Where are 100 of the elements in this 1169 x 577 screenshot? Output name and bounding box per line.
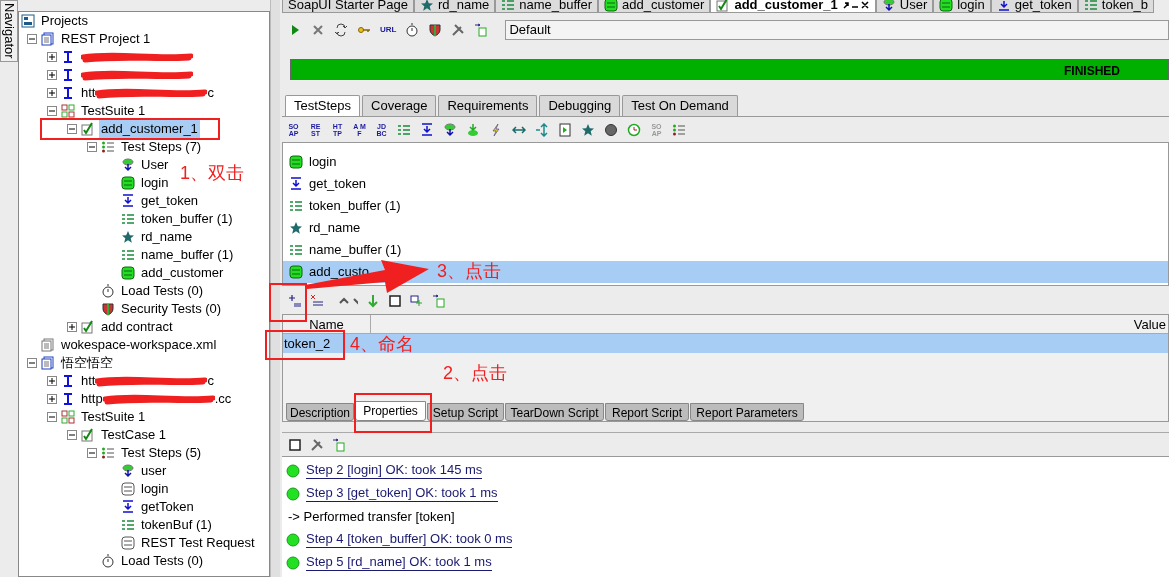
tree-item[interactable]: http .cc bbox=[79, 389, 234, 409]
toolbar-button[interactable] bbox=[288, 437, 302, 452]
editor-tab[interactable]: User bbox=[875, 0, 934, 13]
tree-item[interactable]: getToken bbox=[139, 497, 196, 517]
scrollbar[interactable] bbox=[270, 0, 280, 577]
editor-tab[interactable]: add_customer bbox=[598, 0, 711, 13]
tree-item[interactable]: name_buffer (1) bbox=[139, 245, 236, 265]
editor-tab[interactable]: token_b bbox=[1077, 0, 1155, 13]
column-header[interactable]: Name bbox=[283, 315, 371, 333]
panel-tab[interactable]: TearDown Script bbox=[505, 403, 604, 421]
expand-toggle[interactable] bbox=[67, 322, 77, 332]
tree-item[interactable]: 悟空悟空 bbox=[59, 353, 115, 373]
toolbar-button[interactable] bbox=[420, 122, 434, 137]
editor-tab[interactable]: SoapUI Starter Page bbox=[282, 0, 414, 13]
tree-item[interactable]: TestCase 1 bbox=[99, 425, 169, 445]
expand-toggle[interactable] bbox=[67, 430, 77, 440]
column-header[interactable]: Value bbox=[371, 315, 1168, 333]
toolbar-button[interactable] bbox=[388, 294, 402, 308]
tree-item[interactable]: login bbox=[139, 479, 171, 499]
environment-dropdown[interactable]: Default bbox=[505, 20, 1169, 40]
expand-toggle[interactable] bbox=[67, 124, 77, 134]
shield-icon bbox=[101, 302, 115, 316]
export-icon bbox=[332, 437, 346, 452]
url-button[interactable]: URL bbox=[380, 24, 397, 36]
down-arrow-icon bbox=[366, 294, 380, 308]
tree-item[interactable]: tokenBuf (1) bbox=[139, 515, 214, 535]
panel-tab[interactable]: Test On Demand bbox=[622, 95, 738, 116]
test-step-item[interactable]: login bbox=[283, 151, 1168, 173]
test-step-item[interactable]: token_buffer (1) bbox=[283, 195, 1168, 217]
expand-toggle[interactable] bbox=[27, 34, 37, 44]
tree-item[interactable]: REST Test Request bbox=[139, 533, 257, 553]
badge-icon bbox=[939, 0, 954, 12]
panel-tab[interactable]: Report Script bbox=[605, 403, 689, 421]
tree-item[interactable]: Load Tests (0) bbox=[119, 281, 206, 301]
tree-item[interactable]: add_customer_1 bbox=[99, 119, 200, 139]
panel-tab[interactable]: Description bbox=[286, 403, 354, 421]
tree-item[interactable]: rd_name bbox=[139, 227, 195, 247]
editor-tab[interactable]: rd_name bbox=[413, 0, 496, 13]
tree-item[interactable]: REST Project 1 bbox=[59, 29, 153, 49]
tree-item[interactable]: get_token bbox=[139, 191, 201, 211]
tree-item[interactable]: user bbox=[139, 461, 169, 481]
panel-tab[interactable]: Coverage bbox=[362, 95, 437, 116]
toolbar-button[interactable] bbox=[604, 122, 618, 137]
expand-toggle[interactable] bbox=[47, 106, 57, 116]
expand-toggle[interactable] bbox=[87, 448, 97, 458]
log-entry[interactable]: Step 5 [rd_name] OK: took 1 ms bbox=[306, 554, 492, 571]
editor-tab[interactable]: name_buffer bbox=[495, 0, 599, 13]
editor-tab[interactable]: login bbox=[933, 0, 991, 13]
tree-item[interactable]: Test Steps (7) bbox=[119, 137, 204, 157]
panel-tab[interactable]: Debugging bbox=[539, 95, 621, 116]
editor-tab[interactable]: add_customer_1 bbox=[710, 0, 876, 13]
toolbar-button[interactable] bbox=[310, 437, 324, 452]
log-entry[interactable]: Step 2 [login] OK: took 145 ms bbox=[306, 462, 483, 479]
expand-toggle[interactable] bbox=[47, 412, 57, 422]
editor-tab[interactable]: get_token bbox=[990, 0, 1078, 13]
tree-item[interactable]: wokespace-workspace.xml bbox=[59, 335, 219, 355]
toolbar-button[interactable] bbox=[428, 23, 443, 37]
toolbar-button[interactable] bbox=[672, 122, 686, 137]
expand-toggle[interactable] bbox=[47, 376, 57, 386]
tree-item[interactable]: User bbox=[139, 155, 171, 175]
toolbar-button[interactable] bbox=[443, 122, 457, 137]
expand-toggle[interactable] bbox=[47, 394, 57, 404]
panel-tab[interactable]: Report Parameters bbox=[690, 403, 804, 421]
toolbar-button[interactable] bbox=[334, 23, 348, 37]
tree-item[interactable]: add_customer bbox=[139, 263, 226, 283]
expand-toggle[interactable] bbox=[87, 142, 97, 152]
close-icon[interactable] bbox=[841, 0, 870, 10]
expand-toggle[interactable] bbox=[47, 70, 57, 80]
tree-item[interactable]: login bbox=[139, 173, 171, 193]
tree-item[interactable]: add contract bbox=[99, 317, 175, 337]
tree-item[interactable]: TestSuite 1 bbox=[79, 101, 148, 121]
tree-item[interactable]: Test Steps (5) bbox=[119, 443, 204, 463]
expand-toggle[interactable] bbox=[47, 52, 57, 62]
panel-tab[interactable]: Setup Script bbox=[427, 403, 504, 421]
tree-item[interactable]: Security Tests (0) bbox=[119, 299, 224, 319]
expand-toggle[interactable] bbox=[47, 88, 57, 98]
toolbar-button[interactable] bbox=[581, 122, 595, 137]
expand-toggle[interactable] bbox=[27, 358, 37, 368]
tree-item[interactable]: TestSuite 1 bbox=[79, 407, 148, 427]
log-entry[interactable]: Step 4 [token_buffer] OK: took 0 ms bbox=[306, 531, 513, 548]
database-icon bbox=[881, 0, 896, 12]
test-step-item[interactable]: name_buffer (1) bbox=[283, 239, 1168, 261]
tree-item[interactable]: Projects bbox=[39, 12, 90, 31]
badge-icon bbox=[121, 266, 135, 280]
tree-item[interactable]: Load Tests (0) bbox=[119, 551, 206, 571]
panel-tab[interactable]: Requirements bbox=[438, 95, 538, 116]
toolbar-button[interactable] bbox=[405, 23, 420, 37]
tree-item[interactable]: htt c bbox=[79, 83, 216, 103]
tree-item[interactable]: htt c bbox=[79, 371, 216, 391]
test-step-item[interactable]: get_token bbox=[283, 173, 1168, 195]
navigator-tab[interactable]: Navigator bbox=[0, 0, 18, 62]
toolbar-button[interactable] bbox=[451, 23, 466, 37]
table-row[interactable]: token_2 4、命名 bbox=[283, 334, 1168, 353]
badge-icon bbox=[121, 176, 135, 190]
test-step-item[interactable]: rd_name bbox=[283, 217, 1168, 239]
log-entry[interactable]: Step 3 [get_token] OK: took 1 ms bbox=[306, 485, 498, 502]
tree-item[interactable]: token_buffer (1) bbox=[139, 209, 235, 229]
panel-tab[interactable]: TestSteps bbox=[285, 95, 361, 116]
lightning-icon bbox=[489, 122, 503, 137]
panel-tab[interactable]: Properties bbox=[355, 401, 426, 421]
